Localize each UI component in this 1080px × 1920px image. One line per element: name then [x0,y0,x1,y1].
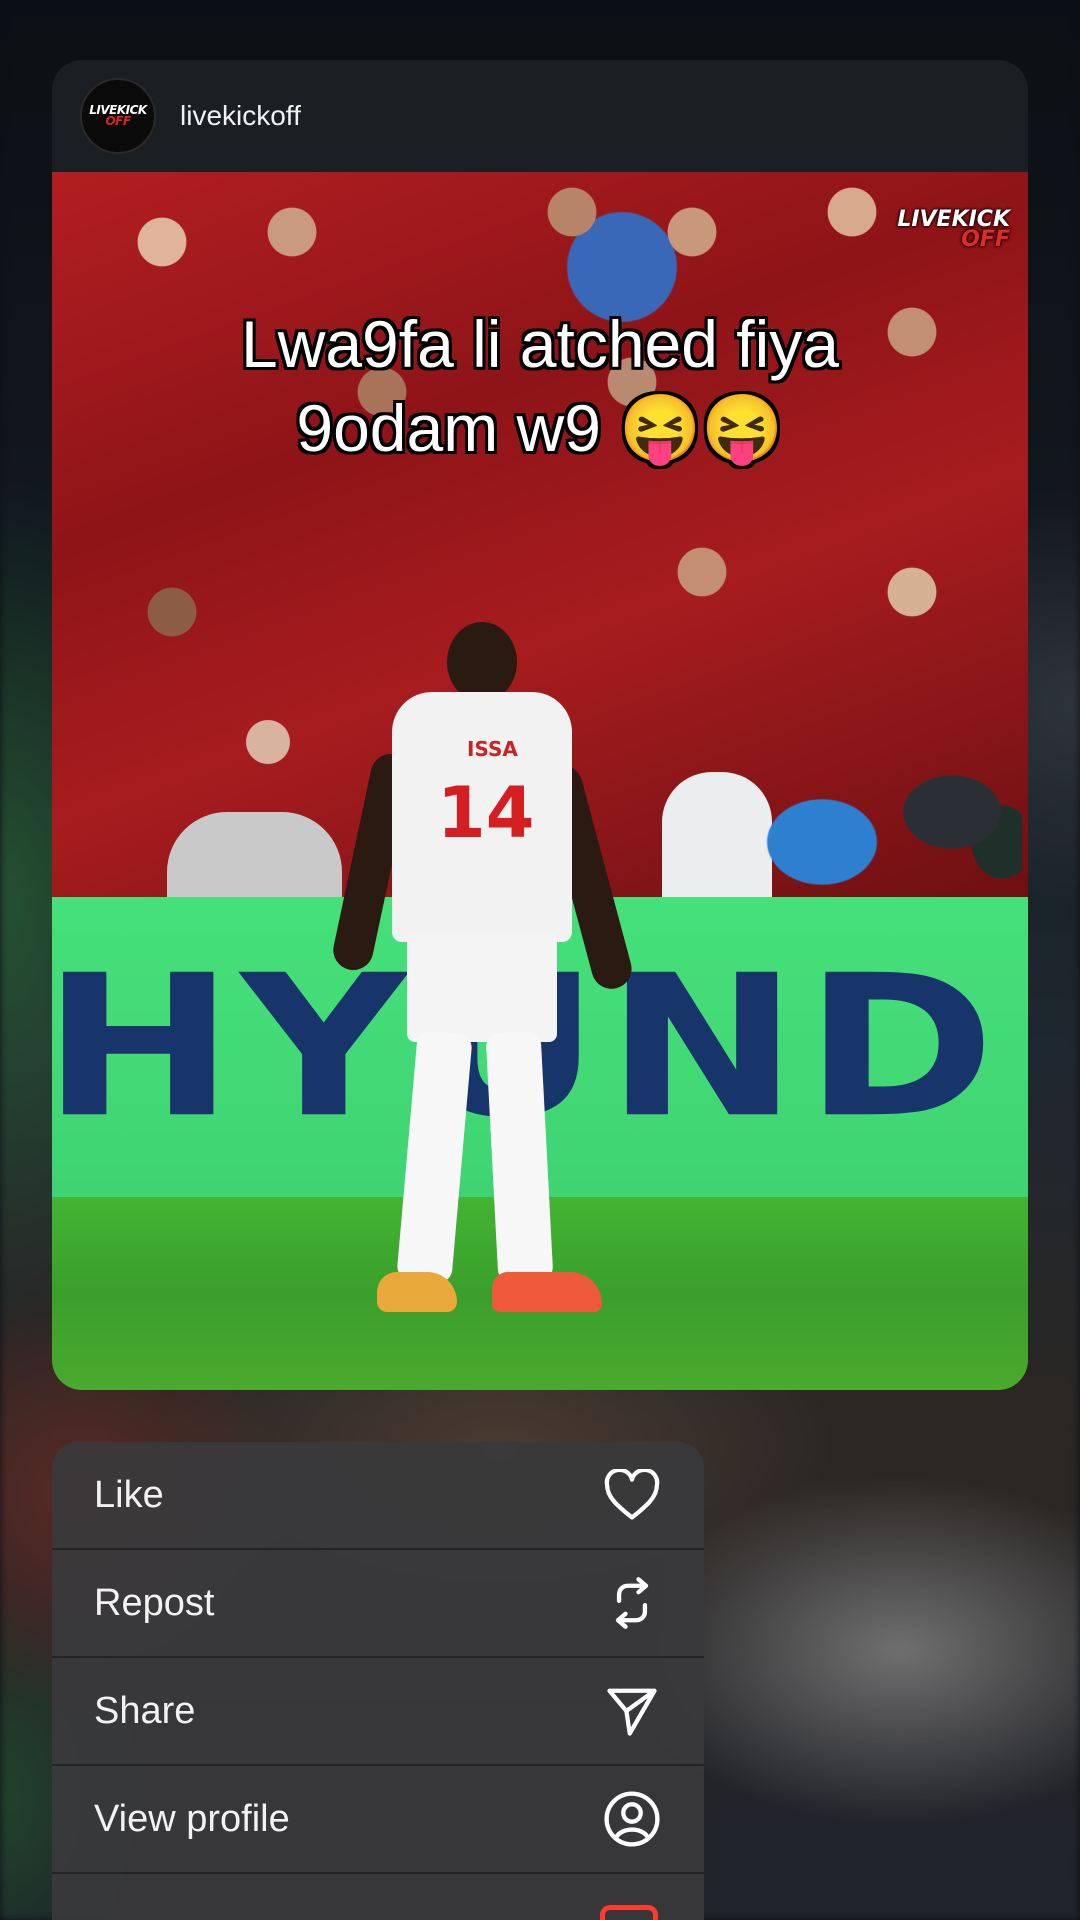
watermark-text-2: OFF [961,227,1010,252]
send-icon [602,1681,662,1741]
player-leg-2 [485,1030,554,1284]
avatar[interactable]: LIVEKICK OFF [80,78,156,154]
avatar-logo: LIVEKICK OFF [89,104,147,128]
jersey-number: 14 [437,772,535,854]
menu-item-repost[interactable]: Repost [52,1550,704,1658]
context-menu: Like Repost Share View profile [52,1442,704,1920]
caption-line-1: Lwa9fa li atched fiya [240,307,840,381]
profile-icon [602,1789,662,1849]
menu-item-view-profile[interactable]: View profile [52,1766,704,1874]
heart-icon [602,1465,662,1525]
caption-overlay: Lwa9fa li atched fiya 9odam w9 😝😝 [52,302,1028,470]
player-head [447,622,517,702]
player-boot-2 [492,1272,602,1312]
username[interactable]: livekickoff [180,100,301,132]
player-leg [396,1030,473,1284]
repost-icon [602,1573,662,1633]
watermark-logo: LIVEKICK OFF [897,209,1010,252]
menu-item-share[interactable]: Share [52,1658,704,1766]
avatar-logo-text-2: OFF [105,114,131,128]
spectator-figure [167,812,342,902]
menu-item-label: Repost [94,1581,215,1624]
menu-item-partial[interactable] [52,1874,704,1920]
jersey-name: ISSA [467,737,518,761]
post-header: LIVEKICK OFF livekickoff [52,60,1028,172]
player-shorts [407,932,557,1042]
menu-item-label: Share [94,1689,196,1732]
player-figure: ISSA 14 [329,622,637,1382]
report-icon [600,1905,658,1920]
post-image[interactable]: HYUND ISSA 14 LIVEKICK OFF Lwa9fa li atc… [52,172,1028,1390]
player-boot [377,1272,457,1312]
menu-item-like[interactable]: Like [52,1442,704,1550]
menu-item-label: View profile [94,1797,290,1840]
post-preview-card[interactable]: LIVEKICK OFF livekickoff HYUND ISSA 14 [52,60,1028,1390]
caption-line-2: 9odam w9 😝😝 [296,391,784,465]
menu-item-label: Like [94,1473,164,1516]
cameraman-figure [742,742,1022,907]
